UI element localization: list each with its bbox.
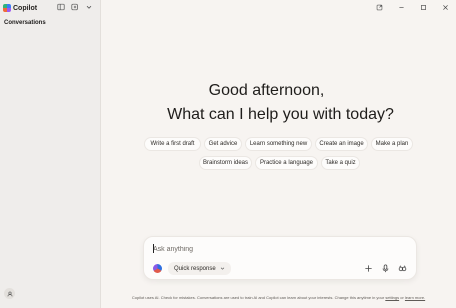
ask-input[interactable] — [153, 244, 353, 254]
copilot-logo-icon — [3, 4, 11, 12]
minimize-button[interactable] — [390, 0, 412, 14]
open-window-button[interactable] — [368, 0, 390, 14]
disclaimer: Copilot uses AI. Check for mistakes. Con… — [101, 295, 456, 300]
learn-more-link[interactable]: learn more. — [405, 295, 425, 300]
suggestion-make-plan[interactable]: Make a plan — [371, 137, 413, 151]
suggestion-practice-language[interactable]: Practice a language — [255, 156, 318, 170]
disclaimer-text: Copilot uses AI. Check for mistakes. Con… — [131, 295, 385, 300]
greeting-text: Good afternoon, — [208, 82, 325, 99]
app-name: Copilot — [13, 4, 38, 12]
account-button[interactable] — [4, 288, 15, 299]
disclaimer-or: or — [400, 295, 404, 300]
maximize-icon — [420, 4, 426, 10]
greeting-line1: Good afternoon, — [101, 82, 456, 100]
model-avatar-icon[interactable] — [153, 264, 162, 273]
conversations-heading: Conversations — [4, 20, 46, 26]
suggestion-create-image[interactable]: Create an image — [315, 137, 368, 151]
close-icon — [442, 4, 448, 10]
add-attachment-button[interactable] — [363, 263, 374, 274]
open-window-icon — [376, 4, 382, 10]
suggestion-take-quiz[interactable]: Take a quiz — [321, 156, 360, 170]
voice-mode-button[interactable] — [397, 263, 408, 274]
close-button[interactable] — [434, 0, 456, 14]
response-mode-dropdown[interactable]: Quick response — [168, 262, 231, 275]
settings-link[interactable]: settings — [385, 295, 399, 300]
suggestion-brainstorm-ideas[interactable]: Brainstorm ideas — [199, 156, 252, 170]
suggestion-learn-something-new[interactable]: Learn something new — [245, 137, 312, 151]
account-icon — [7, 291, 12, 296]
plus-icon — [365, 265, 372, 272]
app-logo: Copilot — [3, 4, 37, 12]
chevron-down-icon[interactable] — [85, 3, 93, 11]
sidebar-toolbar — [57, 3, 93, 11]
chevron-down-icon — [220, 267, 224, 270]
maximize-button[interactable] — [412, 0, 434, 14]
text-cursor — [153, 244, 154, 253]
minimize-icon — [398, 6, 404, 8]
suggestion-write-first-draft[interactable]: Write a first draft — [144, 137, 201, 151]
new-chat-icon[interactable] — [71, 3, 79, 11]
microphone-button[interactable] — [380, 263, 391, 274]
voice-icon — [398, 265, 407, 272]
message-composer: Quick response — [143, 236, 417, 280]
microphone-icon — [382, 264, 389, 273]
prompt-question: What can I help you with today? — [167, 106, 394, 123]
window-controls — [368, 0, 456, 14]
suggestion-get-advice[interactable]: Get advice — [204, 137, 242, 151]
sidebar-toggle-icon[interactable] — [57, 3, 65, 11]
app-header: Copilot — [3, 2, 37, 14]
sidebar: Copilot Conversations — [0, 0, 101, 308]
greeting-line2: What can I help you with today? — [101, 106, 456, 124]
response-mode-label: Quick response — [174, 265, 216, 272]
